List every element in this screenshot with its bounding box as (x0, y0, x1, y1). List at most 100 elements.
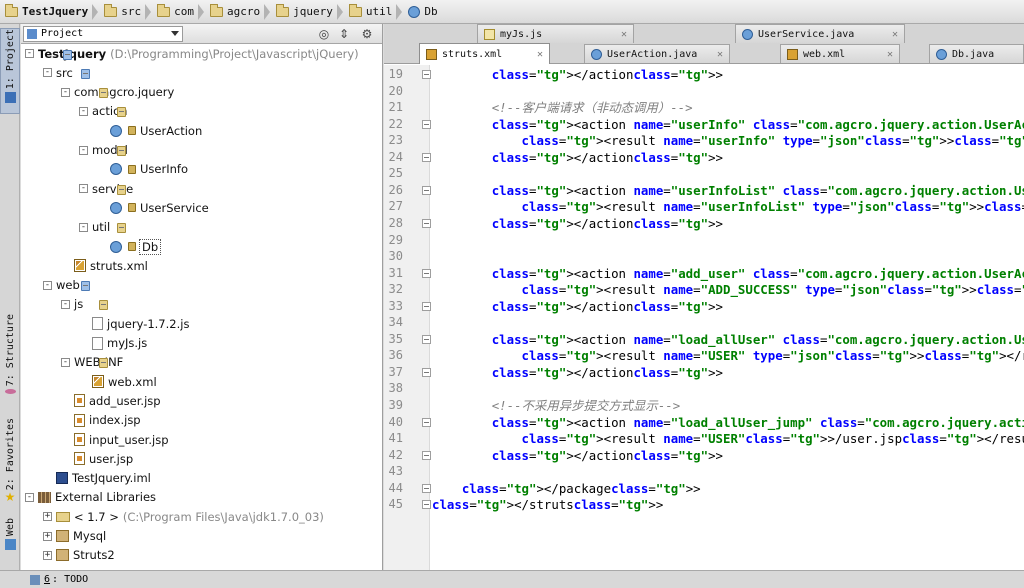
fold-marker-icon[interactable] (422, 185, 431, 195)
line-number: 43 (388, 464, 403, 479)
tree-item[interactable]: - External Libraries (25, 488, 156, 507)
tree-item[interactable]: user.jsp (61, 449, 133, 468)
tree-item[interactable]: add_user.jsp (61, 391, 161, 410)
close-icon[interactable]: ✕ (717, 49, 723, 60)
collapse-toggle-icon[interactable]: - (79, 184, 88, 194)
collapse-toggle-icon[interactable]: - (61, 87, 70, 97)
breadcrumb-item[interactable]: TestJquery (2, 3, 101, 21)
breadcrumb-item[interactable]: com (154, 3, 207, 21)
fold-marker-icon[interactable] (422, 500, 431, 510)
close-icon[interactable]: ✕ (892, 29, 898, 40)
tree-item[interactable]: - src (43, 63, 90, 82)
fold-marker-icon[interactable] (422, 483, 431, 493)
fold-marker-icon[interactable] (422, 417, 431, 427)
fold-marker-icon[interactable] (422, 450, 431, 460)
fold-marker-icon[interactable] (422, 70, 431, 79)
js-file-icon (92, 317, 103, 331)
lock-icon (128, 242, 136, 251)
expand-toggle-icon[interactable]: + (43, 531, 52, 541)
tree-item[interactable]: - web (43, 276, 90, 295)
collapse-toggle-icon[interactable]: - (43, 280, 52, 290)
tree-item-label: UserInfo (140, 162, 188, 177)
breadcrumb-item[interactable]: agcro (207, 3, 273, 21)
collapse-toggle-icon[interactable]: - (25, 49, 34, 58)
fold-marker-icon[interactable] (422, 301, 431, 311)
structure-icon (4, 389, 16, 394)
tab-db-java[interactable]: Db.java (929, 44, 1024, 63)
collapse-all-icon[interactable]: ⇕ (336, 26, 352, 42)
tree-item[interactable]: - js (61, 295, 108, 314)
tree-item-label: myJs.js (107, 336, 148, 350)
tab-struts-xml[interactable]: struts.xml ✕ (419, 43, 550, 64)
tree-item-label: External Libraries (55, 490, 157, 505)
tree-item[interactable]: + Struts2 (43, 546, 115, 565)
collapse-toggle-icon[interactable]: - (43, 68, 52, 78)
package-icon (117, 184, 126, 195)
collapse-toggle-icon[interactable]: - (79, 145, 88, 155)
expand-toggle-icon[interactable]: + (43, 512, 52, 522)
tree-item-label: TestJquery.iml (72, 471, 151, 486)
tree-item[interactable]: - action (79, 102, 127, 121)
tree-item[interactable]: struts.xml (61, 256, 148, 275)
tab-web-xml[interactable]: web.xml ✕ (780, 44, 900, 63)
fold-marker-icon[interactable] (422, 218, 431, 228)
collapse-toggle-icon[interactable]: - (61, 299, 70, 309)
code-line: <!--不采用异步提交方式显示--> (491, 398, 681, 413)
fold-marker-icon[interactable] (422, 268, 431, 278)
tab-userservice[interactable]: UserService.java ✕ (735, 24, 905, 43)
collapse-toggle-icon[interactable]: - (79, 222, 88, 232)
tree-item[interactable]: - model (79, 141, 128, 160)
fold-marker-icon[interactable] (422, 334, 431, 344)
tree-item[interactable]: web.xml (79, 372, 157, 391)
tab-myjs[interactable]: myJs.js ✕ (477, 24, 634, 43)
tree-item-label: UserAction (140, 123, 203, 138)
code-area[interactable]: class="tg"></actionclass="tg">> <!--客户端请… (432, 65, 1024, 570)
close-icon[interactable]: ✕ (537, 49, 543, 60)
tree-item-label: TestJquery (38, 46, 107, 61)
tree-item[interactable]: myJs.js (79, 334, 147, 353)
tool-tab-favorites[interactable]: 2: Favorites ★ (0, 418, 20, 504)
tree-item[interactable]: Db (97, 237, 162, 256)
tree-item[interactable]: - com.agcro.jquery (61, 83, 174, 102)
breadcrumb-item[interactable]: jquery (273, 3, 346, 21)
tree-item-label: user.jsp (89, 451, 134, 466)
line-number: 32 (388, 282, 403, 297)
project-view-selector[interactable]: Project (23, 25, 183, 42)
tree-item[interactable]: index.jsp (61, 411, 141, 430)
tree-item[interactable]: + Mysql (43, 527, 106, 546)
code-line: class="tg"></actionclass="tg">> (491, 298, 723, 314)
tree-item[interactable]: -WEB-INF (61, 353, 123, 372)
fold-marker-icon[interactable] (422, 367, 431, 377)
tree-item[interactable]: UserAction (97, 121, 202, 140)
code-line: class="tg"></actionclass="tg">> (491, 447, 723, 463)
tab-useraction[interactable]: UserAction.java ✕ (584, 44, 730, 63)
breadcrumb-item[interactable]: Db (405, 3, 440, 21)
tree-item[interactable]: input_user.jsp (61, 430, 169, 449)
expand-toggle-icon[interactable]: + (43, 550, 52, 560)
collapse-toggle-icon[interactable]: - (61, 357, 70, 367)
tree-item[interactable]: + < 1.7 > (C:\Program Files\Java\jdk1.7.0_… (43, 507, 324, 526)
tree-item[interactable]: - TestJquery (D:\Programming\Project\Javas… (25, 44, 359, 63)
line-number: 39 (388, 398, 403, 412)
collapse-toggle-icon[interactable]: - (79, 106, 88, 116)
tree-item[interactable]: jquery-1.7.2.js (79, 314, 189, 333)
close-icon[interactable]: ✕ (887, 49, 893, 60)
gear-icon[interactable]: ⚙ (359, 26, 375, 42)
tree-item[interactable]: TestJquery.iml (43, 469, 151, 488)
line-number: 25 (388, 166, 403, 181)
fold-marker-icon[interactable] (422, 152, 431, 162)
breadcrumb-item[interactable]: src (101, 3, 154, 21)
tree-item[interactable]: - util (79, 218, 126, 237)
tree-item[interactable]: - service (79, 179, 133, 198)
tree-item[interactable]: UserInfo (97, 160, 188, 179)
breadcrumb-item[interactable]: util (346, 3, 406, 21)
todo-tool-button[interactable]: 6 : TODO (30, 574, 88, 585)
tool-tab-project[interactable]: 1: Project (0, 28, 20, 114)
fold-marker-icon[interactable] (422, 119, 431, 129)
target-icon[interactable]: ◎ (316, 26, 332, 42)
collapse-toggle-icon[interactable]: - (25, 492, 34, 502)
close-icon[interactable]: ✕ (621, 29, 627, 40)
tool-tab-structure[interactable]: 7: Structure (0, 314, 20, 394)
tree-item[interactable]: UserService (97, 198, 209, 217)
tool-tab-web[interactable]: Web (0, 518, 20, 558)
